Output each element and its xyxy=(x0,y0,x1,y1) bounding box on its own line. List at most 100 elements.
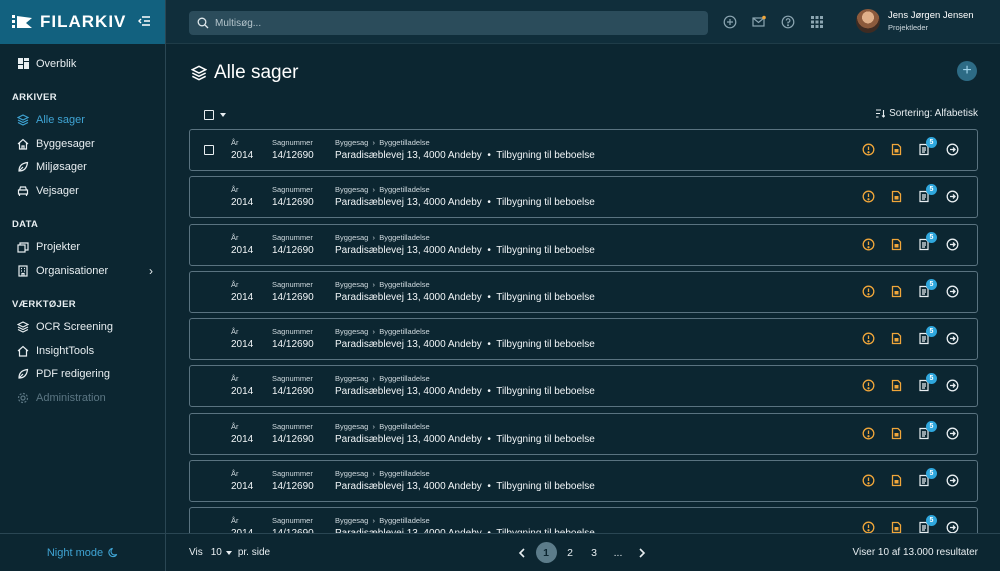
sidebar-item-miljosager[interactable]: Miljøsager xyxy=(0,156,165,180)
case-number-cell: Sagnummer 14/12690 xyxy=(272,374,314,397)
year-cell: År 2014 xyxy=(231,280,253,303)
collapse-sidebar-icon[interactable] xyxy=(137,14,151,28)
documents-count[interactable]: 5 xyxy=(918,373,937,392)
row-actions: 5 xyxy=(847,278,959,298)
open-case-icon[interactable] xyxy=(946,332,959,345)
search-input[interactable] xyxy=(215,17,695,29)
open-case-icon[interactable] xyxy=(946,521,959,533)
sidebar: FILARKIV Overblik ARKIVER Alle sager Byg… xyxy=(0,0,166,571)
row-checkbox[interactable] xyxy=(204,145,214,155)
page-button[interactable]: 3 xyxy=(584,542,605,563)
sidebar-item-administration[interactable]: Administration xyxy=(0,386,165,410)
document-icon[interactable] xyxy=(890,379,903,392)
projects-icon xyxy=(17,241,29,253)
row-actions: 5 xyxy=(847,137,959,156)
sidebar-item-pdf-redigering[interactable]: PDF redigering xyxy=(0,363,165,387)
case-number-value: 14/12690 xyxy=(272,150,314,161)
documents-count[interactable]: 5 xyxy=(918,137,937,156)
select-all-control[interactable] xyxy=(204,110,226,120)
caret-down-icon[interactable] xyxy=(225,550,232,555)
case-info-cell: Byggesag › Byggetilladelse Paradisæbleve… xyxy=(335,374,595,397)
prev-page-button[interactable] xyxy=(512,542,533,563)
open-case-icon[interactable] xyxy=(946,238,959,251)
case-row[interactable]: År 2014 Sagnummer 14/12690 Byggesag › By… xyxy=(189,460,978,503)
documents-count[interactable]: 5 xyxy=(918,278,937,298)
document-icon[interactable] xyxy=(890,190,903,203)
year-cell: År 2014 xyxy=(231,233,253,256)
document-icon[interactable] xyxy=(890,332,903,345)
document-icon[interactable] xyxy=(890,474,903,487)
page-button[interactable]: 2 xyxy=(560,542,581,563)
warning-icon[interactable] xyxy=(862,285,875,298)
sidebar-item-insighttools[interactable]: InsightTools xyxy=(0,339,165,363)
sidebar-item-organisationer[interactable]: Organisationer › xyxy=(0,259,165,283)
warning-icon[interactable] xyxy=(862,238,875,251)
warning-icon[interactable] xyxy=(862,332,875,345)
case-info-cell: Byggesag › Byggetilladelse Paradisæbleve… xyxy=(335,422,595,445)
user-role: Projektleder xyxy=(888,23,929,32)
mail-notification-icon[interactable] xyxy=(752,15,766,29)
case-number-cell: Sagnummer 14/12690 xyxy=(272,516,314,533)
open-case-icon[interactable] xyxy=(946,427,959,440)
document-icon[interactable] xyxy=(890,427,903,440)
year-label: År xyxy=(231,516,239,526)
per-page-select[interactable]: 10 xyxy=(211,547,222,558)
sidebar-item-vejsager[interactable]: Vejsager xyxy=(0,179,165,203)
documents-count[interactable]: 5 xyxy=(918,420,937,440)
year-cell: År 2014 xyxy=(231,327,253,350)
documents-count[interactable]: 5 xyxy=(918,326,937,345)
select-all-checkbox[interactable] xyxy=(204,110,214,120)
case-row[interactable]: År 2014 Sagnummer 14/12690 Byggesag › By… xyxy=(189,412,978,455)
warning-icon[interactable] xyxy=(862,379,875,392)
warning-icon[interactable] xyxy=(862,427,875,440)
document-icon[interactable] xyxy=(890,521,903,533)
case-row[interactable]: År 2014 Sagnummer 14/12690 Byggesag › By… xyxy=(189,176,978,219)
document-icon[interactable] xyxy=(890,143,903,156)
sidebar-item-projekter[interactable]: Projekter xyxy=(0,236,165,260)
document-icon[interactable] xyxy=(890,238,903,251)
sidebar-item-alle-sager[interactable]: Alle sager xyxy=(0,109,165,133)
open-case-icon[interactable] xyxy=(946,285,959,298)
add-case-button[interactable]: + xyxy=(957,61,977,81)
case-subtype: Byggetilladelse xyxy=(379,232,430,242)
documents-count[interactable]: 5 xyxy=(918,468,937,487)
help-icon[interactable] xyxy=(781,15,795,29)
sidebar-item-byggesager[interactable]: Byggesager xyxy=(0,132,165,156)
case-row[interactable]: År 2014 Sagnummer 14/12690 Byggesag › By… xyxy=(189,318,978,361)
warning-icon[interactable] xyxy=(862,474,875,487)
sidebar-item-overblik[interactable]: Overblik xyxy=(0,52,165,76)
apps-grid-icon[interactable] xyxy=(810,15,824,29)
case-row[interactable]: År 2014 Sagnummer 14/12690 Byggesag › By… xyxy=(189,223,978,266)
open-case-icon[interactable] xyxy=(946,474,959,487)
open-case-icon[interactable] xyxy=(946,190,959,203)
sidebar-item-ocr-screening[interactable]: OCR Screening xyxy=(0,316,165,340)
search-box[interactable] xyxy=(189,11,708,35)
warning-icon[interactable] xyxy=(862,521,875,533)
case-number-label: Sagnummer xyxy=(272,185,313,195)
brand-name: FILARKIV xyxy=(40,12,127,31)
documents-count[interactable]: 5 xyxy=(918,231,937,251)
case-row[interactable]: År 2014 Sagnummer 14/12690 Byggesag › By… xyxy=(189,270,978,313)
case-row[interactable]: År 2014 Sagnummer 14/12690 Byggesag › By… xyxy=(189,507,978,533)
night-mode-toggle[interactable]: Night mode xyxy=(0,533,166,571)
case-number-label: Sagnummer xyxy=(272,469,313,479)
documents-count[interactable]: 5 xyxy=(918,184,937,203)
case-row[interactable]: År 2014 Sagnummer 14/12690 Byggesag › By… xyxy=(189,365,978,408)
per-page-suffix: pr. side xyxy=(237,547,271,558)
sort-control[interactable]: Sortering: Alfabetisk xyxy=(875,108,978,119)
warning-icon[interactable] xyxy=(862,143,875,156)
user-menu[interactable]: Jens Jørgen Jensen Projektleder xyxy=(856,9,974,33)
sidebar-nav: Overblik ARKIVER Alle sager Byggesager M… xyxy=(0,44,165,410)
page-button[interactable]: 1 xyxy=(535,542,557,563)
caret-down-icon[interactable] xyxy=(220,113,226,117)
add-circle-icon[interactable] xyxy=(723,15,737,29)
open-case-icon[interactable] xyxy=(946,143,959,156)
warning-icon[interactable] xyxy=(862,190,875,203)
case-row[interactable]: År 2014 Sagnummer 14/12690 Byggesag › By… xyxy=(189,129,978,171)
next-page-button[interactable] xyxy=(632,542,653,563)
document-icon[interactable] xyxy=(890,285,903,298)
plus-icon: + xyxy=(962,62,972,79)
open-case-icon[interactable] xyxy=(946,379,959,392)
case-number-label: Sagnummer xyxy=(272,327,313,337)
documents-count[interactable]: 5 xyxy=(918,515,937,533)
